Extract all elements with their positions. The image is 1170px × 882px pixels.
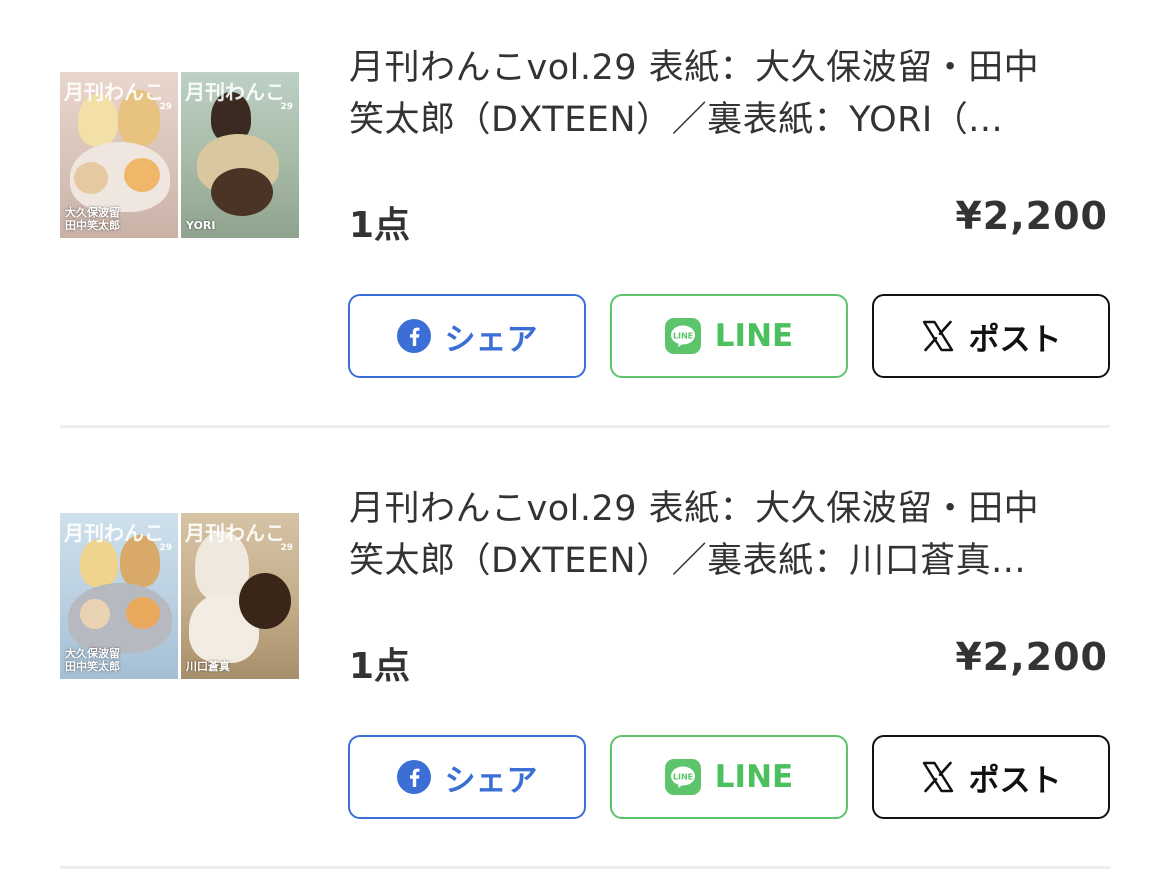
cover-names: 川口蒼真: [186, 660, 230, 673]
volume-number: 29: [280, 543, 293, 553]
line-share-label: LINE: [714, 318, 794, 354]
dog-figure: [239, 573, 291, 629]
divider: [60, 866, 1110, 869]
back-cover-image: 月刊わんこ 29 YORI: [181, 72, 299, 238]
facebook-icon: [396, 760, 431, 794]
back-cover-image: 月刊わんこ 29 川口蒼真: [181, 513, 299, 679]
facebook-share-label: シェア: [444, 321, 538, 358]
dog-figure: [124, 158, 160, 192]
divider: [60, 425, 1110, 428]
magazine-logo: 月刊わんこ: [64, 80, 164, 104]
dog-figure: [74, 162, 108, 194]
volume-number: 29: [280, 102, 293, 112]
cover-names: 大久保波留 田中笑太郎: [65, 647, 120, 673]
price: ¥2,200: [955, 635, 1108, 679]
x-post-label: ポスト: [968, 762, 1062, 799]
product-title-line: 笑太郎（DXTEEN）／裏表紙：川口蒼真...: [349, 541, 1026, 581]
cart-item: 月刊わんこ 29 大久保波留 田中笑太郎 月刊わんこ 29 川口蒼真 月刊わんこ…: [0, 441, 1170, 882]
quantity: 1点: [349, 205, 411, 246]
cover-names: YORI: [186, 219, 216, 232]
front-cover-image: 月刊わんこ 29 大久保波留 田中笑太郎: [60, 513, 178, 679]
dog-figure: [80, 599, 110, 629]
volume-number: 29: [159, 543, 172, 553]
dog-figure: [211, 168, 273, 216]
quantity: 1点: [349, 646, 411, 687]
x-logo-icon: [921, 319, 955, 353]
x-logo-icon: [921, 760, 955, 794]
svg-text:LINE: LINE: [673, 773, 693, 782]
cover-names: 大久保波留 田中笑太郎: [65, 206, 120, 232]
product-title[interactable]: 月刊わんこvol.29 表紙：大久保波留・田中 笑太郎（DXTEEN）／裏表紙：…: [349, 42, 1119, 146]
line-icon: LINE: [664, 759, 701, 795]
facebook-share-label: シェア: [444, 762, 538, 799]
price: ¥2,200: [955, 194, 1108, 238]
facebook-share-button[interactable]: シェア: [348, 735, 586, 819]
line-icon: LINE: [664, 318, 701, 354]
x-post-button[interactable]: ポスト: [872, 294, 1110, 378]
x-post-button[interactable]: ポスト: [872, 735, 1110, 819]
product-thumbnail[interactable]: 月刊わんこ 29 大久保波留 田中笑太郎 月刊わんこ 29 YORI: [60, 72, 300, 238]
cart-item: 月刊わんこ 29 大久保波留 田中笑太郎 月刊わんこ 29 YORI 月刊わんこ…: [0, 0, 1170, 441]
volume-number: 29: [159, 102, 172, 112]
magazine-logo: 月刊わんこ: [185, 521, 285, 545]
facebook-icon: [396, 319, 431, 353]
dog-figure: [126, 597, 160, 629]
line-share-button[interactable]: LINE LINE: [610, 735, 848, 819]
front-cover-image: 月刊わんこ 29 大久保波留 田中笑太郎: [60, 72, 178, 238]
product-title-line: 笑太郎（DXTEEN）／裏表紙：YORI（...: [349, 100, 1004, 140]
magazine-logo: 月刊わんこ: [185, 80, 285, 104]
product-title-line: 月刊わんこvol.29 表紙：大久保波留・田中: [349, 489, 1040, 529]
person-figure: [80, 539, 118, 587]
line-share-button[interactable]: LINE LINE: [610, 294, 848, 378]
x-post-label: ポスト: [968, 321, 1062, 358]
product-thumbnail[interactable]: 月刊わんこ 29 大久保波留 田中笑太郎 月刊わんこ 29 川口蒼真: [60, 513, 300, 679]
line-share-label: LINE: [714, 759, 794, 795]
product-title[interactable]: 月刊わんこvol.29 表紙：大久保波留・田中 笑太郎（DXTEEN）／裏表紙：…: [349, 483, 1119, 587]
product-title-line: 月刊わんこvol.29 表紙：大久保波留・田中: [349, 48, 1040, 88]
facebook-share-button[interactable]: シェア: [348, 294, 586, 378]
magazine-logo: 月刊わんこ: [64, 521, 164, 545]
svg-text:LINE: LINE: [673, 332, 693, 341]
